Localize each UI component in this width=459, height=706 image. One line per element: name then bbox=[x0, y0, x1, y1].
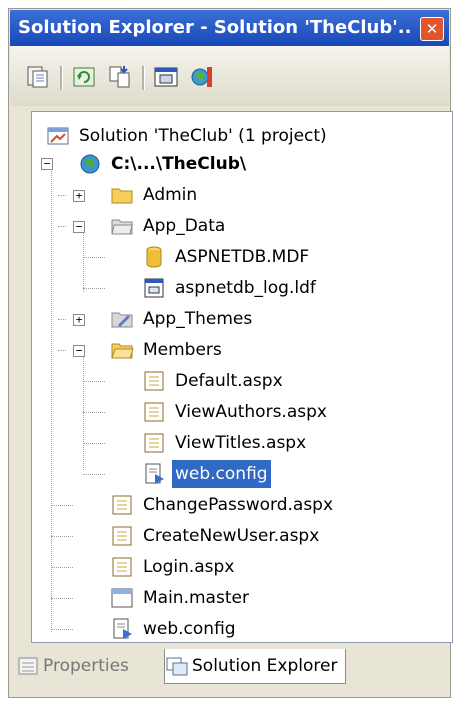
themes-folder-icon bbox=[111, 312, 133, 328]
tree-item-default-aspx[interactable]: Default.aspx bbox=[142, 367, 286, 395]
expand-app-themes-button[interactable]: + bbox=[73, 314, 85, 326]
database-icon bbox=[146, 246, 162, 268]
tree-connector bbox=[83, 474, 105, 475]
tree-connector bbox=[83, 443, 105, 444]
view-designer-icon[interactable] bbox=[152, 64, 180, 90]
tree-connector bbox=[83, 352, 84, 470]
bottom-tab-strip: Properties Solution Explorer bbox=[10, 645, 449, 697]
tree-item-label: Default.aspx bbox=[175, 371, 283, 391]
collapse-members-button[interactable]: − bbox=[73, 345, 85, 357]
tree-item-label: ASPNETDB.MDF bbox=[175, 247, 310, 267]
tree-item-view-authors[interactable]: ViewAuthors.aspx bbox=[142, 398, 330, 426]
tree-connector bbox=[58, 350, 66, 351]
open-folder-icon bbox=[111, 343, 134, 359]
title-bar[interactable]: Solution Explorer - Solution 'TheClub'..… bbox=[10, 10, 449, 46]
tab-label: Properties bbox=[43, 656, 129, 676]
tree-connector bbox=[51, 505, 73, 506]
tree-connector bbox=[58, 195, 66, 196]
tree-item-label: ChangePassword.aspx bbox=[143, 495, 334, 515]
tree-item-web-config[interactable]: web.config bbox=[110, 615, 239, 643]
tree-item-label: App_Themes bbox=[143, 309, 253, 329]
toolbar-separator bbox=[60, 66, 63, 90]
tree-item-members[interactable]: Members bbox=[110, 336, 225, 364]
tree-item-change-password[interactable]: ChangePassword.aspx bbox=[110, 491, 336, 519]
tab-solution-explorer[interactable]: Solution Explorer bbox=[164, 649, 347, 684]
tree-connector bbox=[51, 629, 73, 630]
aspx-page-icon bbox=[144, 402, 164, 422]
tree-item-label: web.config bbox=[172, 460, 271, 488]
properties-icon bbox=[18, 657, 38, 675]
solution-icon bbox=[47, 127, 69, 145]
tree-item-label: Admin bbox=[143, 185, 198, 205]
tree-connector bbox=[51, 159, 52, 632]
collapse-project-button[interactable]: − bbox=[41, 158, 53, 170]
tree-item-main-master[interactable]: Main.master bbox=[110, 584, 252, 612]
special-folder-icon bbox=[111, 219, 133, 235]
config-file-icon bbox=[113, 618, 132, 639]
tab-label: Solution Explorer bbox=[192, 656, 338, 676]
tree-connector bbox=[58, 226, 66, 227]
solution-explorer-icon bbox=[166, 657, 188, 676]
tree-item-label: Solution 'TheClub' (1 project) bbox=[79, 126, 327, 146]
tree-connector bbox=[51, 598, 73, 599]
tree-item-aspnetdb-log[interactable]: aspnetdb_log.ldf bbox=[142, 274, 319, 302]
tree-item-members-web-config[interactable]: web.config bbox=[142, 460, 271, 488]
tree-connector bbox=[51, 567, 73, 568]
tree-connector bbox=[83, 381, 105, 382]
tree-item-app-themes[interactable]: App_Themes bbox=[110, 305, 255, 333]
solution-tree[interactable]: − + − + − Solution 'TheClub' (1 project)… bbox=[31, 111, 453, 643]
tree-item-label: web.config bbox=[143, 619, 236, 639]
folder-icon bbox=[111, 188, 133, 204]
tree-connector bbox=[83, 228, 84, 292]
toolbar bbox=[10, 46, 449, 106]
tree-item-label: ViewAuthors.aspx bbox=[175, 402, 327, 422]
tree-connector bbox=[58, 319, 66, 320]
aspx-page-icon bbox=[112, 557, 132, 577]
window-title: Solution Explorer - Solution 'TheClub'..… bbox=[18, 17, 413, 38]
tree-item-label: App_Data bbox=[143, 216, 226, 236]
log-file-icon bbox=[144, 278, 164, 298]
master-page-icon bbox=[111, 588, 133, 608]
refresh-icon[interactable] bbox=[70, 64, 98, 90]
web-project-icon bbox=[80, 154, 100, 174]
tree-item-label: aspnetdb_log.ldf bbox=[175, 278, 316, 298]
tree-item-label: ViewTitles.aspx bbox=[175, 433, 307, 453]
config-file-icon bbox=[145, 463, 164, 484]
tree-item-login[interactable]: Login.aspx bbox=[110, 553, 237, 581]
tree-connector bbox=[83, 257, 105, 258]
properties-icon[interactable] bbox=[24, 64, 52, 90]
tree-item-label: C:\...\TheClub\ bbox=[111, 154, 247, 174]
tree-connector bbox=[83, 288, 105, 289]
close-button[interactable]: ✕ bbox=[420, 17, 444, 41]
tree-item-create-new-user[interactable]: CreateNewUser.aspx bbox=[110, 522, 322, 550]
tab-properties[interactable]: Properties bbox=[16, 649, 129, 683]
nest-related-files-icon[interactable] bbox=[106, 64, 134, 90]
tree-item-aspnetdb-mdf[interactable]: ASPNETDB.MDF bbox=[142, 243, 312, 271]
aspx-page-icon bbox=[112, 526, 132, 546]
tree-item-admin[interactable]: Admin bbox=[110, 181, 200, 209]
tree-item-view-titles[interactable]: ViewTitles.aspx bbox=[142, 429, 309, 457]
tree-connector bbox=[83, 412, 105, 413]
aspx-page-icon bbox=[144, 371, 164, 391]
tree-item-label: Main.master bbox=[143, 588, 249, 608]
tree-item-solution[interactable]: Solution 'TheClub' (1 project) bbox=[46, 122, 330, 150]
collapse-app-data-button[interactable]: − bbox=[73, 221, 85, 233]
aspx-page-icon bbox=[144, 433, 164, 453]
tree-item-label: Members bbox=[143, 340, 222, 360]
expand-admin-button[interactable]: + bbox=[73, 190, 85, 202]
toolbar-separator bbox=[142, 66, 145, 90]
tree-connector bbox=[51, 536, 73, 537]
tree-item-label: Login.aspx bbox=[143, 557, 235, 577]
tree-item-label: CreateNewUser.aspx bbox=[143, 526, 320, 546]
tree-item-project[interactable]: C:\...\TheClub\ bbox=[78, 150, 249, 178]
asp-net-configuration-icon[interactable] bbox=[188, 64, 216, 90]
tree-item-app-data[interactable]: App_Data bbox=[110, 212, 228, 240]
aspx-page-icon bbox=[112, 495, 132, 515]
solution-explorer-window: Solution Explorer - Solution 'TheClub'..… bbox=[8, 8, 453, 698]
